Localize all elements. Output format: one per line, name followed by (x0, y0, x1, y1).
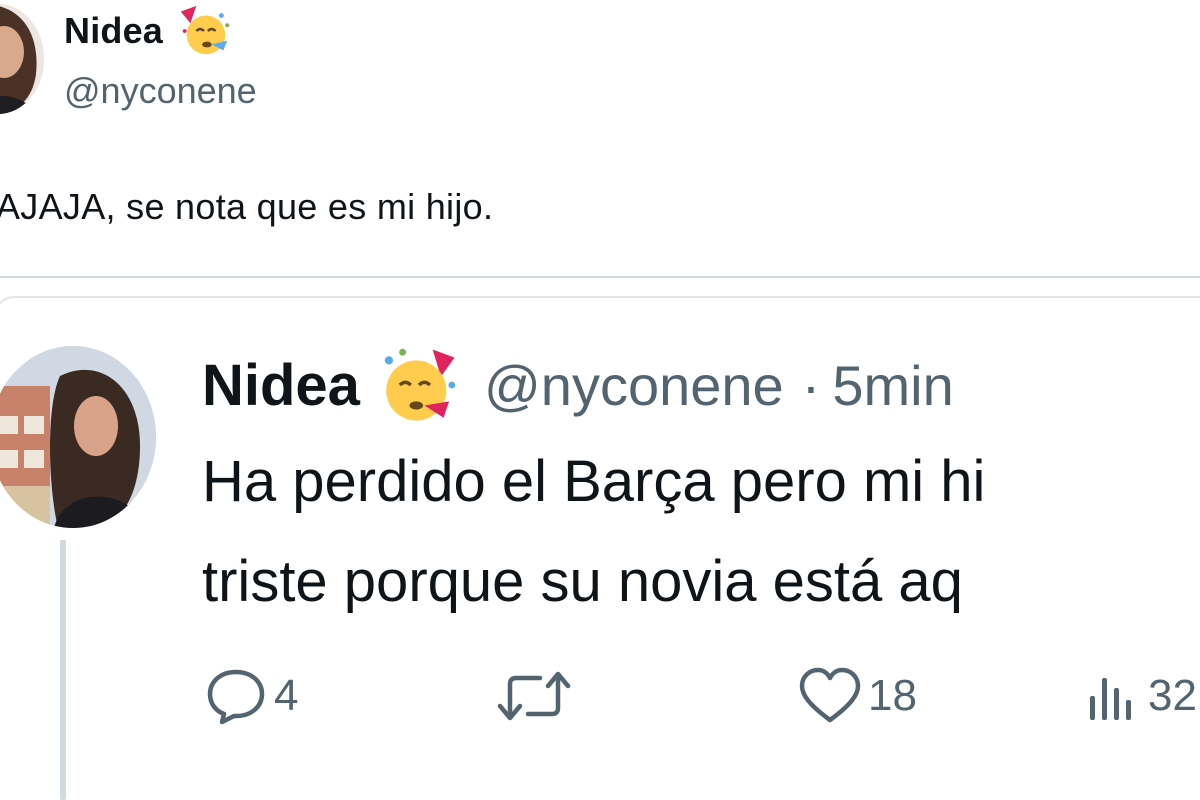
section-divider (0, 276, 1200, 278)
party-face-emoji-icon (384, 348, 456, 421)
thread-connector-line (60, 540, 66, 800)
views-button[interactable]: 32 (1084, 664, 1197, 728)
like-button[interactable]: 18 (798, 664, 917, 728)
avatar-photo (0, 4, 44, 114)
retweet-icon (497, 671, 571, 721)
top-author-avatar[interactable] (0, 4, 44, 114)
quoted-author-handle[interactable]: @nyconene (484, 353, 784, 418)
views-icon (1090, 678, 1131, 720)
top-author-handle[interactable]: @nyconene (64, 70, 257, 112)
views-count: 32 (1148, 671, 1197, 720)
quoted-tweet-text-line: triste porque su novia está aq (202, 549, 963, 614)
like-count: 18 (868, 671, 917, 720)
tweet-screenshot: Nidea @nyconene AJAJA, se nota que es mi… (0, 0, 1200, 800)
top-tweet-text: AJAJA, se nota que es mi hijo. (0, 186, 494, 227)
quoted-tweet-text: Ha perdido el Barça pero mi hi triste po… (202, 432, 985, 632)
heart-icon (799, 667, 861, 723)
separator-dot: · (801, 353, 821, 417)
retweet-button[interactable] (496, 664, 578, 728)
quoted-author-name[interactable]: Nidea (202, 352, 360, 419)
quoted-tweet-text-line: Ha perdido el Barça pero mi hi (202, 449, 986, 514)
party-face-emoji-icon (180, 5, 230, 55)
quoted-tweet-header: Nidea @nyconene · 5min (202, 348, 954, 421)
top-author-name[interactable]: Nidea (64, 10, 163, 52)
tweet-timestamp[interactable]: 5min (832, 353, 953, 418)
reply-count: 4 (274, 671, 299, 720)
reply-icon (207, 669, 265, 725)
reply-button[interactable]: 4 (204, 664, 298, 728)
top-author-name-row: Nidea (64, 4, 233, 58)
